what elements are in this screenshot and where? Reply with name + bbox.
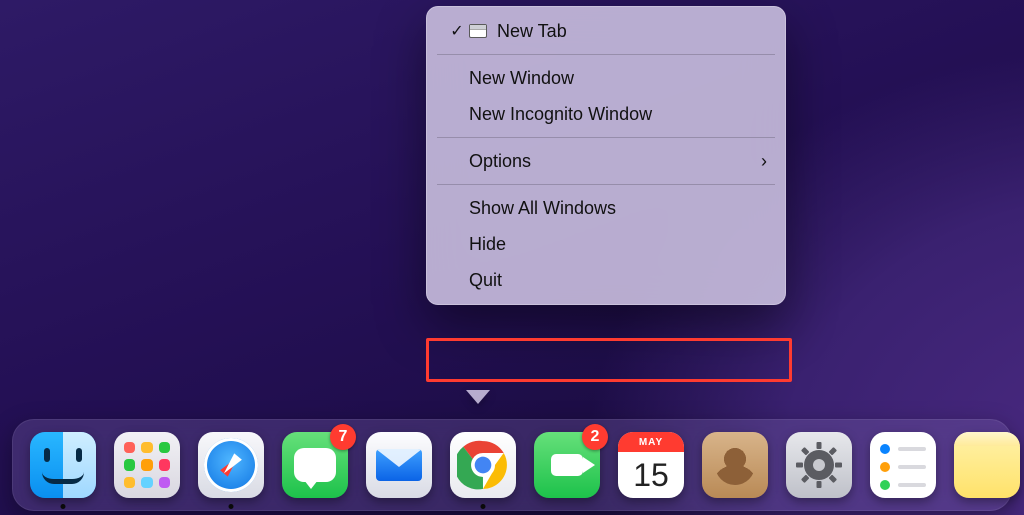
calendar-icon: MAY 15 [618,432,684,498]
annotation-highlight [426,338,792,382]
menu-separator [437,54,775,55]
dock-launchpad[interactable] [114,432,180,498]
menu-separator [437,184,775,185]
mail-icon [366,432,432,498]
menu-label: Hide [469,234,767,255]
finder-icon [30,432,96,498]
window-icon [469,24,487,38]
notification-badge: 2 [582,424,608,450]
reminders-icon [870,432,936,498]
menu-label: New Window [469,68,767,89]
menu-item-options[interactable]: Options › [433,143,779,179]
gear-icon [786,432,852,498]
dock-mail[interactable] [366,432,432,498]
menu-label: New Tab [497,21,767,42]
dock-context-menu: ✓ New Tab New Window New Incognito Windo… [426,6,786,305]
running-indicator [229,504,234,509]
checkmark-icon: ✓ [445,21,469,41]
menu-separator [437,137,775,138]
menu-label: Options [469,151,761,172]
chevron-right-icon: › [761,151,767,172]
context-menu-pointer [466,390,490,404]
dock-contacts[interactable] [702,432,768,498]
desktop-wallpaper: ✓ New Tab New Window New Incognito Windo… [0,0,1024,515]
menu-item-show-all-windows[interactable]: Show All Windows [433,190,779,226]
running-indicator [61,504,66,509]
calendar-day: 15 [618,452,684,498]
notes-icon [954,432,1020,498]
menu-label: Show All Windows [469,198,767,219]
menu-item-quit[interactable]: Quit [433,262,779,298]
dock-notes[interactable] [954,432,1020,498]
menu-item-hide[interactable]: Hide [433,226,779,262]
dock-finder[interactable] [30,432,96,498]
dock-chrome[interactable] [450,432,516,498]
dock-system-preferences[interactable] [786,432,852,498]
notification-badge: 7 [330,424,356,450]
launchpad-icon [114,432,180,498]
menu-item-new-tab[interactable]: ✓ New Tab [433,13,779,49]
safari-icon [198,432,264,498]
dock-facetime[interactable]: 2 [534,432,600,498]
contacts-icon [702,432,768,498]
menu-label: New Incognito Window [469,104,767,125]
dock-messages[interactable]: 7 [282,432,348,498]
dock-safari[interactable] [198,432,264,498]
dock: 7 2 MAY 15 [12,419,1012,511]
running-indicator [481,504,486,509]
dock-reminders[interactable] [870,432,936,498]
dock-calendar[interactable]: MAY 15 [618,432,684,498]
menu-item-new-incognito-window[interactable]: New Incognito Window [433,96,779,132]
menu-item-new-window[interactable]: New Window [433,60,779,96]
calendar-month: MAY [618,432,684,452]
menu-label: Quit [469,270,767,291]
chrome-icon [450,432,516,498]
